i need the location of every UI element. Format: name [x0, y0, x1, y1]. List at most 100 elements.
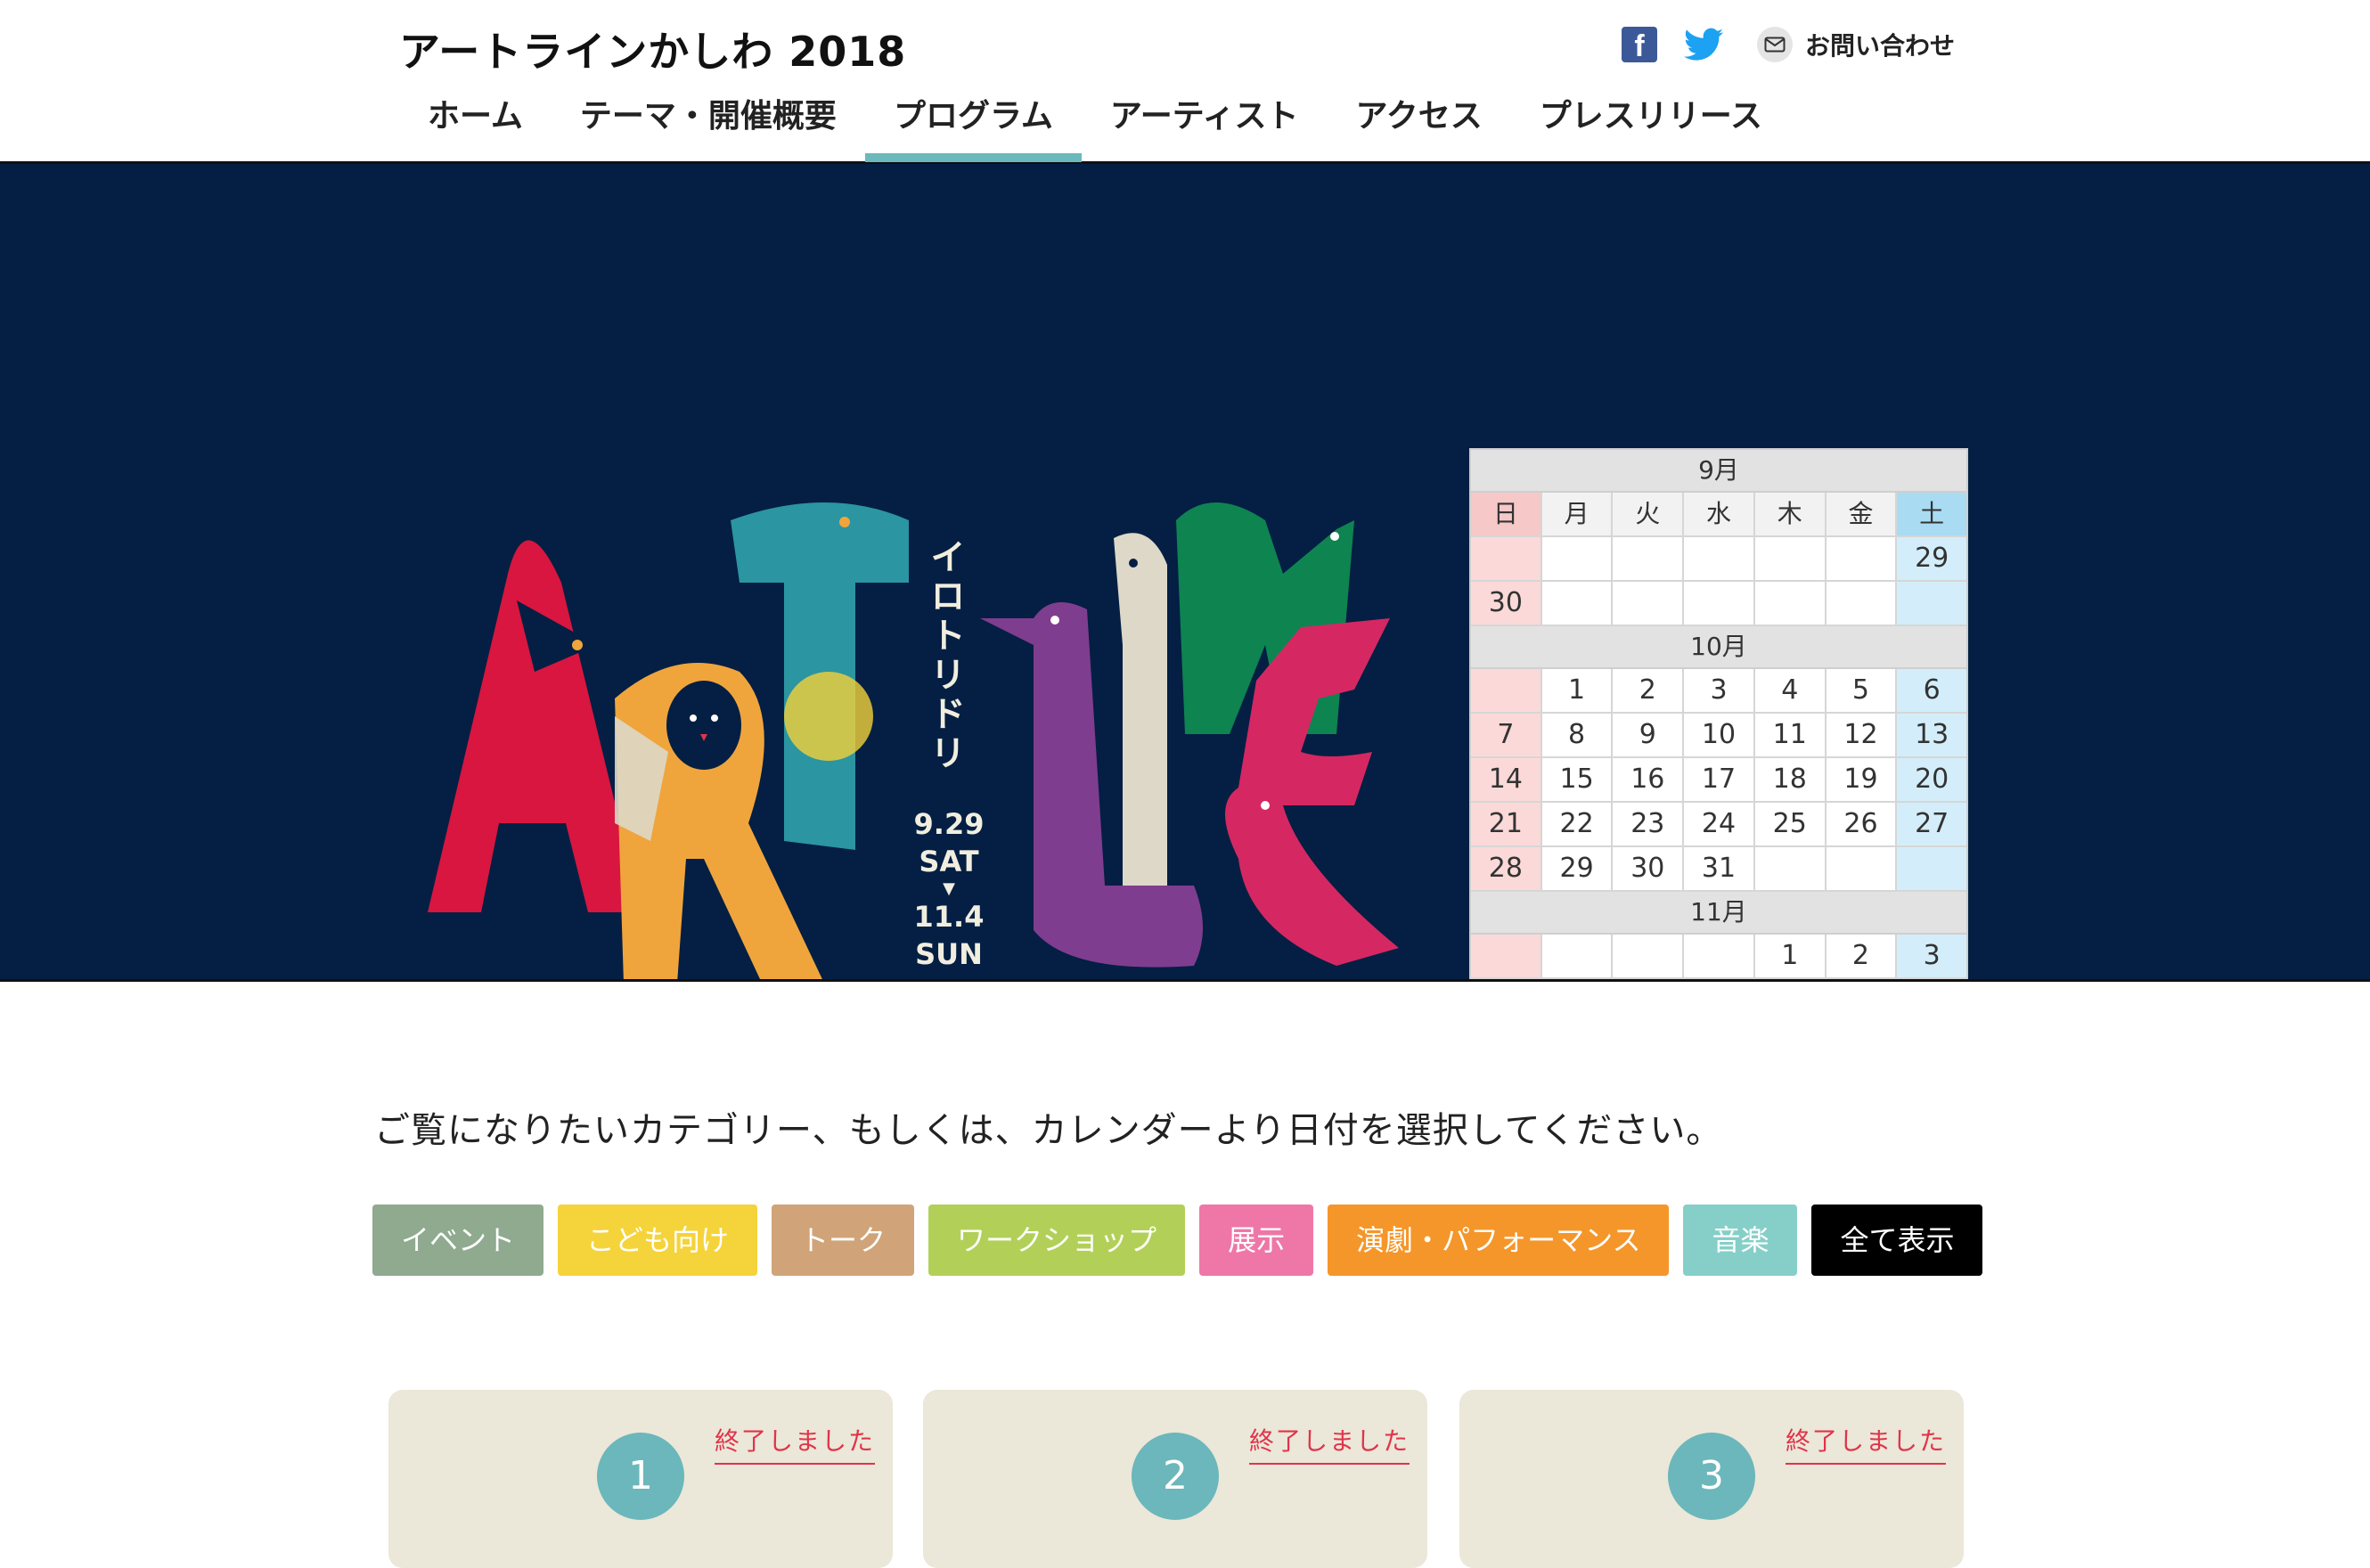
- calendar-empty-cell: [1541, 537, 1614, 580]
- hero-date-start: 9.29 SAT: [913, 807, 985, 878]
- category-kids-button[interactable]: こども向け: [558, 1205, 758, 1276]
- program-card[interactable]: 3 終了しました: [1459, 1390, 1964, 1568]
- calendar-day[interactable]: 10: [1684, 714, 1755, 756]
- category-event-button[interactable]: イベント: [372, 1205, 544, 1276]
- down-arrow-icon: ▼: [943, 879, 955, 898]
- calendar-weekday: 土: [1897, 493, 1967, 535]
- calendar-day[interactable]: 26: [1826, 803, 1898, 845]
- facebook-icon[interactable]: f: [1622, 27, 1657, 63]
- category-exhibition-button[interactable]: 展示: [1199, 1205, 1314, 1276]
- calendar-day[interactable]: 9: [1613, 714, 1685, 756]
- site-logo[interactable]: アートラインかしわ 2018: [399, 20, 906, 78]
- nav-item-program[interactable]: プログラム: [864, 91, 1082, 162]
- calendar-day[interactable]: 20: [1897, 758, 1967, 801]
- calendar-day[interactable]: 6: [1897, 669, 1967, 712]
- instruction-text: ご覧になりたいカテゴリー、もしくは、カレンダーより日付を選択してください。: [374, 1110, 1723, 1151]
- calendar-week-row: 30: [1471, 582, 1967, 626]
- program-card[interactable]: 2 終了しました: [923, 1390, 1427, 1568]
- calendar-day[interactable]: 30: [1471, 582, 1542, 625]
- card-status-label: 終了しました: [715, 1422, 876, 1465]
- card-status-label: 終了しました: [1786, 1422, 1947, 1465]
- program-card[interactable]: 1 終了しました: [388, 1390, 893, 1568]
- category-music-button[interactable]: 音楽: [1683, 1205, 1798, 1276]
- calendar-weekday: 日: [1471, 493, 1542, 535]
- calendar-empty-cell: [1827, 979, 1898, 982]
- calendar-day[interactable]: 11: [1754, 714, 1827, 756]
- calendar-empty-cell: [1684, 537, 1755, 580]
- header-utility: f お問い合わせ: [1622, 27, 1955, 63]
- calendar-empty-cell: [1613, 537, 1685, 580]
- calendar-day[interactable]: 4: [1471, 979, 1542, 982]
- calendar-empty-cell: [1684, 582, 1755, 625]
- hero-tagline: イロトリドリ: [924, 538, 965, 773]
- card-number-badge: 1: [597, 1433, 684, 1520]
- calendar-day[interactable]: 7: [1471, 714, 1542, 756]
- calendar-week-row: 123: [1471, 935, 1967, 979]
- calendar-day[interactable]: 2: [1826, 935, 1898, 977]
- calendar-day[interactable]: 1: [1541, 669, 1614, 712]
- calendar-empty-cell: [1754, 537, 1827, 580]
- calendar-day[interactable]: 17: [1684, 758, 1755, 801]
- calendar-month-header: 11月: [1471, 892, 1966, 935]
- calendar-week-row: 123456: [1471, 669, 1967, 714]
- calendar-day[interactable]: 25: [1754, 803, 1827, 845]
- calendar-empty-cell: [1826, 537, 1898, 580]
- calendar-day[interactable]: 21: [1471, 803, 1542, 845]
- category-performance-button[interactable]: 演劇・パフォーマンス: [1328, 1205, 1670, 1276]
- calendar-weekday-row: 日月火水木金土: [1471, 493, 1967, 537]
- site-header: アートラインかしわ 2018 f お問い合わせ ホーム テーマ・開催概要 プログ…: [0, 0, 2370, 164]
- calendar-month-header: 9月: [1471, 450, 1966, 493]
- calendar-empty-cell: [1755, 979, 1827, 982]
- calendar-day[interactable]: 30: [1613, 847, 1685, 890]
- calendar-day[interactable]: 27: [1897, 803, 1967, 845]
- calendar-day[interactable]: 13: [1897, 714, 1967, 756]
- calendar-day[interactable]: 29: [1897, 537, 1967, 580]
- hero-banner: イロトリドリ 9.29 SAT ▼ 11.4 SUN 9月日月火水木金土 29 30…: [0, 164, 2370, 982]
- nav-item-access[interactable]: アクセス: [1328, 91, 1511, 162]
- calendar-weekday: 月: [1541, 493, 1614, 535]
- calendar-empty-cell: [1613, 979, 1684, 982]
- calendar-day[interactable]: 14: [1471, 758, 1542, 801]
- twitter-icon[interactable]: [1684, 27, 1723, 62]
- nav-item-home[interactable]: ホーム: [399, 91, 552, 162]
- calendar-week-row: 7 8 9 10 11 12 13: [1471, 714, 1967, 758]
- calendar-empty-cell: [1471, 669, 1542, 712]
- category-all-button[interactable]: 全て表示: [1811, 1205, 1983, 1276]
- hero-dates: 9.29 SAT ▼ 11.4 SUN: [891, 805, 1007, 973]
- calendar-empty-cell: [1542, 979, 1614, 982]
- calendar-day[interactable]: 3: [1897, 935, 1967, 977]
- calendar-day[interactable]: 28: [1471, 847, 1542, 890]
- calendar-day[interactable]: 8: [1541, 714, 1614, 756]
- calendar-day[interactable]: 19: [1826, 758, 1898, 801]
- calendar-month-header: 10月: [1471, 626, 1966, 669]
- calendar-empty-cell: [1684, 935, 1755, 977]
- calendar-day[interactable]: 5: [1826, 669, 1898, 712]
- calendar-day[interactable]: 12: [1826, 714, 1898, 756]
- calendar-day[interactable]: 15: [1541, 758, 1614, 801]
- nav-item-theme[interactable]: テーマ・開催概要: [552, 91, 865, 162]
- calendar-day[interactable]: 23: [1613, 803, 1685, 845]
- calendar-empty-cell: [1541, 582, 1614, 625]
- calendar-empty-cell: [1684, 979, 1755, 982]
- calendar-day[interactable]: 3: [1684, 669, 1755, 712]
- calendar-day[interactable]: 16: [1613, 758, 1685, 801]
- calendar-empty-cell: [1613, 582, 1685, 625]
- calendar-day[interactable]: 31: [1684, 847, 1755, 890]
- calendar-day[interactable]: 24: [1684, 803, 1755, 845]
- calendar-day[interactable]: 18: [1754, 758, 1827, 801]
- category-talk-button[interactable]: トーク: [772, 1205, 915, 1276]
- calendar-empty-cell: [1471, 935, 1542, 977]
- calendar-day[interactable]: 22: [1541, 803, 1614, 845]
- calendar-day[interactable]: 4: [1754, 669, 1827, 712]
- contact-link[interactable]: お問い合わせ: [1757, 27, 1955, 62]
- nav-item-artist[interactable]: アーティスト: [1082, 91, 1328, 162]
- main-nav: ホーム テーマ・開催概要 プログラム アーティスト アクセス プレスリリース: [399, 91, 1791, 162]
- calendar-week-row: 29: [1471, 537, 1967, 582]
- nav-item-press[interactable]: プレスリリース: [1511, 91, 1791, 162]
- calendar-day[interactable]: 1: [1754, 935, 1827, 977]
- calendar-day[interactable]: 2: [1613, 669, 1685, 712]
- calendar-week-row: 4: [1471, 979, 1966, 982]
- category-workshop-button[interactable]: ワークショップ: [928, 1205, 1186, 1276]
- calendar-day[interactable]: 29: [1541, 847, 1614, 890]
- calendar-week-row: 21 22 23 24 25 26 27: [1471, 803, 1967, 847]
